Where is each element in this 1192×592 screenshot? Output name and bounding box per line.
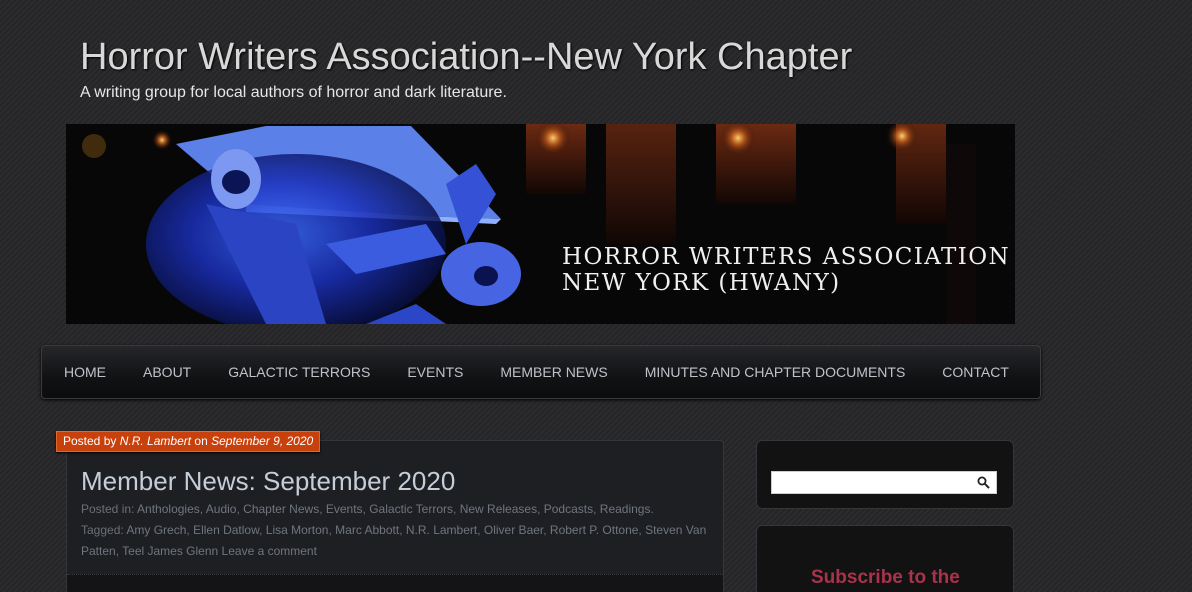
tagged-label: Tagged: <box>81 523 124 537</box>
search-box <box>771 471 997 494</box>
posted-in-label: Posted in: <box>81 502 135 516</box>
category-link[interactable]: Readings <box>600 502 651 516</box>
post-date-link[interactable]: September 9, 2020 <box>211 434 313 448</box>
site-tagline: A writing group for local authors of hor… <box>80 84 507 101</box>
category-link[interactable]: Podcasts <box>544 502 593 516</box>
leave-comment-link[interactable]: Leave a comment <box>222 544 317 558</box>
category-link[interactable]: Events <box>326 502 363 516</box>
category-link[interactable]: Audio <box>206 502 237 516</box>
post-byline-badge: Posted by N.R. Lambert on September 9, 2… <box>56 431 321 452</box>
search-input[interactable] <box>772 472 972 493</box>
search-icon[interactable] <box>977 476 990 489</box>
tag-link[interactable]: Teel James Glenn <box>122 544 218 558</box>
post-content-area <box>67 574 723 592</box>
tag-link[interactable]: Ellen Datlow <box>193 523 259 537</box>
category-list: Anthologies, Audio, Chapter News, Events… <box>137 502 654 516</box>
tag-link[interactable]: Lisa Morton <box>266 523 329 537</box>
category-link[interactable]: Galactic Terrors <box>369 502 453 516</box>
posted-on-label: on <box>194 434 208 448</box>
nav-item-contact[interactable]: CONTACT <box>942 364 1009 380</box>
tag-link[interactable]: Oliver Baer <box>484 523 543 537</box>
post-title[interactable]: Member News: September 2020 <box>81 466 455 497</box>
nav-item-minutes-and-chapter-documents[interactable]: MINUTES AND CHAPTER DOCUMENTS <box>645 364 906 380</box>
tag-link[interactable]: Robert P. Ottone <box>550 523 639 537</box>
category-link[interactable]: Chapter News <box>243 502 319 516</box>
category-link[interactable]: New Releases <box>460 502 537 516</box>
post-info: Posted in: Anthologies, Audio, Chapter N… <box>81 499 711 562</box>
tag-link[interactable]: N.R. Lambert <box>406 523 477 537</box>
banner-caption-line2: NEW YORK (HWANY) <box>562 270 841 296</box>
header-banner-image: HORROR WRITERS ASSOCIATION NEW YORK (HWA… <box>66 124 1015 324</box>
banner-caption: HORROR WRITERS ASSOCIATION NEW YORK (HWA… <box>562 244 1010 296</box>
tag-list: Amy Grech, Ellen Datlow, Lisa Morton, Ma… <box>81 523 707 558</box>
nav-item-about[interactable]: ABOUT <box>143 364 191 380</box>
tag-link[interactable]: Marc Abbott <box>335 523 399 537</box>
nav-item-member-news[interactable]: MEMBER NEWS <box>500 364 607 380</box>
main-navigation: HOME ABOUT GALACTIC TERRORS EVENTS MEMBE… <box>41 345 1041 399</box>
category-link[interactable]: Anthologies <box>137 502 200 516</box>
post-author-link[interactable]: N.R. Lambert <box>120 434 191 448</box>
search-widget <box>756 440 1014 509</box>
site-title[interactable]: Horror Writers Association--New York Cha… <box>80 36 852 79</box>
post-card: Member News: September 2020 Posted in: A… <box>66 440 724 592</box>
nav-item-galactic-terrors[interactable]: GALACTIC TERRORS <box>228 364 370 380</box>
banner-caption-line1: HORROR WRITERS ASSOCIATION <box>562 244 1011 270</box>
posted-by-label: Posted by <box>63 434 117 448</box>
subscribe-widget: Subscribe to the Galactic Terrors <box>756 525 1014 592</box>
nav-item-home[interactable]: HOME <box>64 364 106 380</box>
nav-item-events[interactable]: EVENTS <box>407 364 463 380</box>
subscribe-title: Subscribe to the Galactic Terrors <box>811 567 960 592</box>
tag-link[interactable]: Amy Grech <box>126 523 186 537</box>
